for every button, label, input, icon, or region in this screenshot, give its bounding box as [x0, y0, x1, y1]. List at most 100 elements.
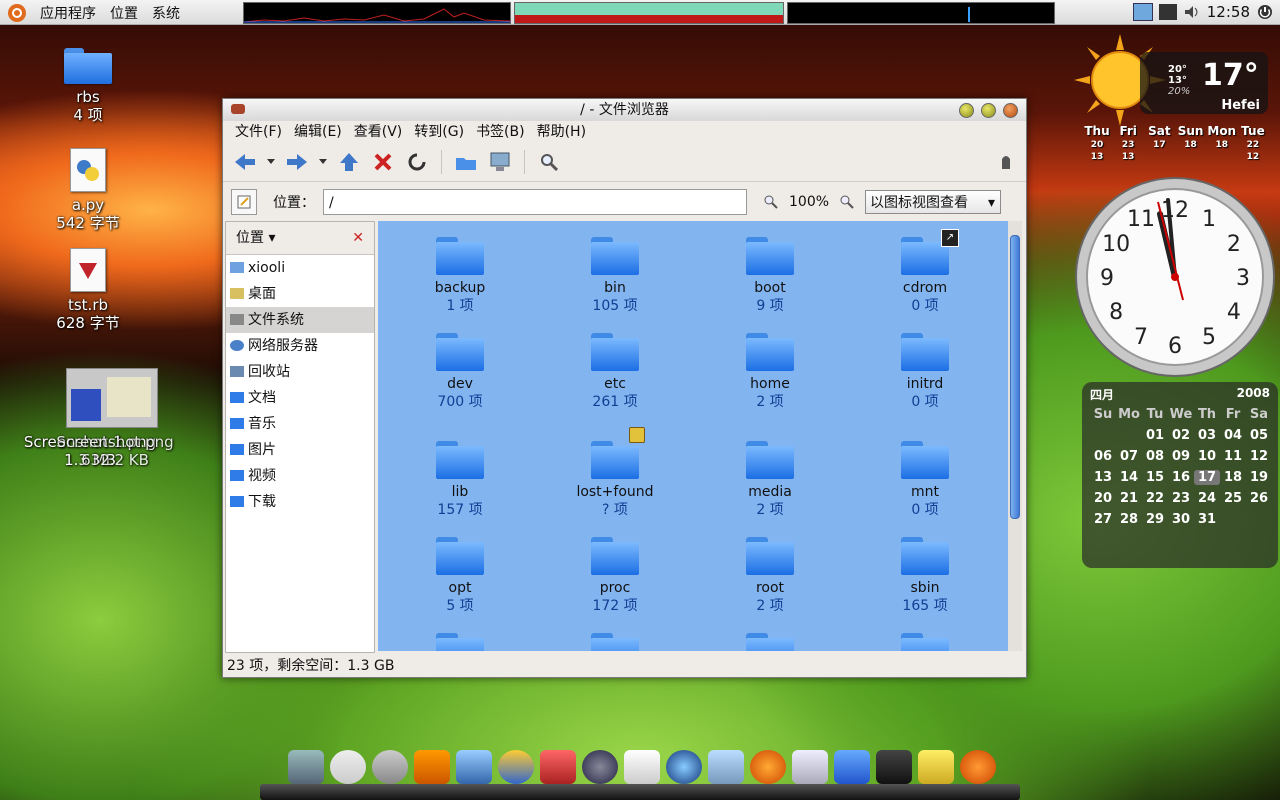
- power-icon[interactable]: [1256, 4, 1274, 20]
- calendar-day[interactable]: 02: [1168, 428, 1194, 443]
- calendar-day[interactable]: 27: [1090, 512, 1116, 527]
- weather-widget[interactable]: 20° 13° 20% 17° Hefei Thu 20 13 Fri 23 13 Sa…: [1074, 34, 1268, 164]
- folder-item-opt[interactable]: opt 5 项: [400, 537, 520, 615]
- menu-help[interactable]: 帮助(H): [531, 121, 592, 143]
- folder-item-mnt[interactable]: mnt 0 项: [865, 441, 985, 519]
- calendar-day[interactable]: 29: [1142, 512, 1168, 527]
- folder-item-backup[interactable]: backup 1 项: [400, 237, 520, 315]
- search-icon[interactable]: [535, 148, 563, 176]
- folder-icon[interactable]: [834, 750, 870, 784]
- home-icon[interactable]: [452, 148, 480, 176]
- zoom-level[interactable]: 100%: [789, 194, 829, 210]
- window-menu-icon[interactable]: [231, 104, 245, 114]
- calendar-day[interactable]: 15: [1142, 470, 1168, 485]
- calendar-day[interactable]: 17: [1194, 470, 1220, 485]
- calendar-day[interactable]: 08: [1142, 449, 1168, 464]
- folder-item-bin[interactable]: bin 105 项: [555, 237, 675, 315]
- calendar-day[interactable]: 04: [1220, 428, 1246, 443]
- folder-item-etc[interactable]: etc 261 项: [555, 333, 675, 411]
- volume-icon[interactable]: [1183, 4, 1201, 20]
- forward-arrow-icon[interactable]: [283, 148, 311, 176]
- window-titlebar[interactable]: / - 文件浏览器: [223, 99, 1026, 121]
- calendar-day[interactable]: 16: [1168, 470, 1194, 485]
- folder-item-lost-found[interactable]: lost+found ? 项: [555, 427, 675, 519]
- sidebar-header[interactable]: 位置 ▾ ✕: [226, 222, 374, 255]
- folder-item-partial[interactable]: [901, 633, 949, 651]
- desktop-icon-a-py[interactable]: a.py 542 字节: [33, 148, 143, 232]
- network-monitor[interactable]: [787, 2, 1055, 24]
- network-icon[interactable]: [1158, 4, 1177, 20]
- calendar-day[interactable]: 22: [1142, 491, 1168, 506]
- file-icon-view[interactable]: backup 1 项 bin 105 项 boot 9 项 ↗ cdrom 0 项 dev…: [378, 221, 1008, 651]
- calendar-day[interactable]: 25: [1220, 491, 1246, 506]
- memory-monitor[interactable]: [514, 2, 784, 24]
- calendar-day[interactable]: 26: [1246, 491, 1272, 506]
- screenshot-thumbnail[interactable]: [66, 368, 158, 428]
- gimp-icon[interactable]: [414, 750, 450, 784]
- folder-item-proc[interactable]: proc 172 项: [555, 537, 675, 615]
- computer-icon[interactable]: [486, 148, 514, 176]
- firefox-icon[interactable]: [750, 750, 786, 784]
- sidebar-item-pictures[interactable]: 图片: [226, 437, 374, 463]
- desktop-switcher-icon[interactable]: [1132, 3, 1153, 21]
- forward-dropdown-icon[interactable]: [317, 148, 329, 176]
- up-arrow-icon[interactable]: [335, 148, 363, 176]
- calendar-day[interactable]: 06: [1090, 449, 1116, 464]
- calendar-day[interactable]: 05: [1246, 428, 1272, 443]
- calendar-day[interactable]: 07: [1116, 449, 1142, 464]
- folder-item-dev[interactable]: dev 700 项: [400, 333, 520, 411]
- desktop-icon-tst-rb[interactable]: tst.rb 628 字节: [33, 248, 143, 332]
- calendar-day[interactable]: 20: [1090, 491, 1116, 506]
- editor-icon[interactable]: [456, 750, 492, 784]
- sidebar-item-downloads[interactable]: 下载: [226, 489, 374, 515]
- drive-icon[interactable]: [918, 750, 954, 784]
- terminal-icon[interactable]: [876, 750, 912, 784]
- folder-item-partial[interactable]: [436, 633, 484, 651]
- system-menu[interactable]: 系统: [152, 3, 180, 23]
- vertical-scrollbar[interactable]: [1008, 221, 1022, 651]
- monitor-icon[interactable]: [708, 750, 744, 784]
- palette-icon[interactable]: [330, 750, 366, 784]
- close-button[interactable]: [1003, 103, 1018, 118]
- calendar-day[interactable]: 14: [1116, 470, 1142, 485]
- ubuntu-icon[interactable]: [960, 750, 996, 784]
- stop-icon[interactable]: [369, 148, 397, 176]
- sidebar-item-network[interactable]: 网络服务器: [226, 333, 374, 359]
- calendar-day[interactable]: 21: [1116, 491, 1142, 506]
- sidebar-item-music[interactable]: 音乐: [226, 411, 374, 437]
- zoom-in-icon[interactable]: [837, 188, 857, 216]
- menu-view[interactable]: 查看(V): [348, 121, 409, 143]
- calendar-day[interactable]: 10: [1194, 449, 1220, 464]
- edit-location-icon[interactable]: [231, 189, 257, 215]
- sidebar-item-desktop[interactable]: 桌面: [226, 281, 374, 307]
- folder-item-partial[interactable]: [746, 633, 794, 651]
- calendar-day[interactable]: 24: [1194, 491, 1220, 506]
- folder-item-lib[interactable]: lib 157 项: [400, 441, 520, 519]
- folder-item-cdrom[interactable]: ↗ cdrom 0 项: [865, 229, 985, 315]
- zoom-out-icon[interactable]: [761, 188, 781, 216]
- desktop-icon-screenshot[interactable]: Screenshot.png 632.2 KB: [50, 433, 180, 469]
- sidebar-item-home[interactable]: xiooli: [226, 255, 374, 281]
- menu-go[interactable]: 转到(G): [408, 121, 470, 143]
- text-editor-icon[interactable]: [624, 750, 660, 784]
- maximize-button[interactable]: [981, 103, 996, 118]
- calendar-day[interactable]: 03: [1194, 428, 1220, 443]
- calendar-day[interactable]: 01: [1142, 428, 1168, 443]
- menu-edit[interactable]: 编辑(E): [288, 121, 348, 143]
- desktop-icon-rbs[interactable]: rbs 4 项: [33, 48, 143, 124]
- calendar-day[interactable]: 23: [1168, 491, 1194, 506]
- folder-item-sbin[interactable]: sbin 165 项: [865, 537, 985, 615]
- sidebar-item-trash[interactable]: 回收站: [226, 359, 374, 385]
- view-mode-select[interactable]: 以图标视图查看 ▾: [865, 190, 1002, 214]
- file-manager-icon[interactable]: [792, 750, 828, 784]
- calendar-day[interactable]: 30: [1168, 512, 1194, 527]
- calendar-widget[interactable]: 四月 2008 Su Mo Tu We Th Fr Sa 01 02 03 04 05 06 07 08 09…: [1082, 382, 1278, 568]
- panel-clock[interactable]: 12:58: [1207, 3, 1250, 21]
- speaker-icon[interactable]: [372, 750, 408, 784]
- minimize-button[interactable]: [959, 103, 974, 118]
- reload-icon[interactable]: [403, 148, 431, 176]
- network-globe-icon[interactable]: [666, 750, 702, 784]
- calendar-day[interactable]: 11: [1220, 449, 1246, 464]
- sidebar-item-documents[interactable]: 文档: [226, 385, 374, 411]
- analog-clock-widget[interactable]: 12 1 2 3 4 5 6 7 8 9 10 11: [1074, 176, 1276, 378]
